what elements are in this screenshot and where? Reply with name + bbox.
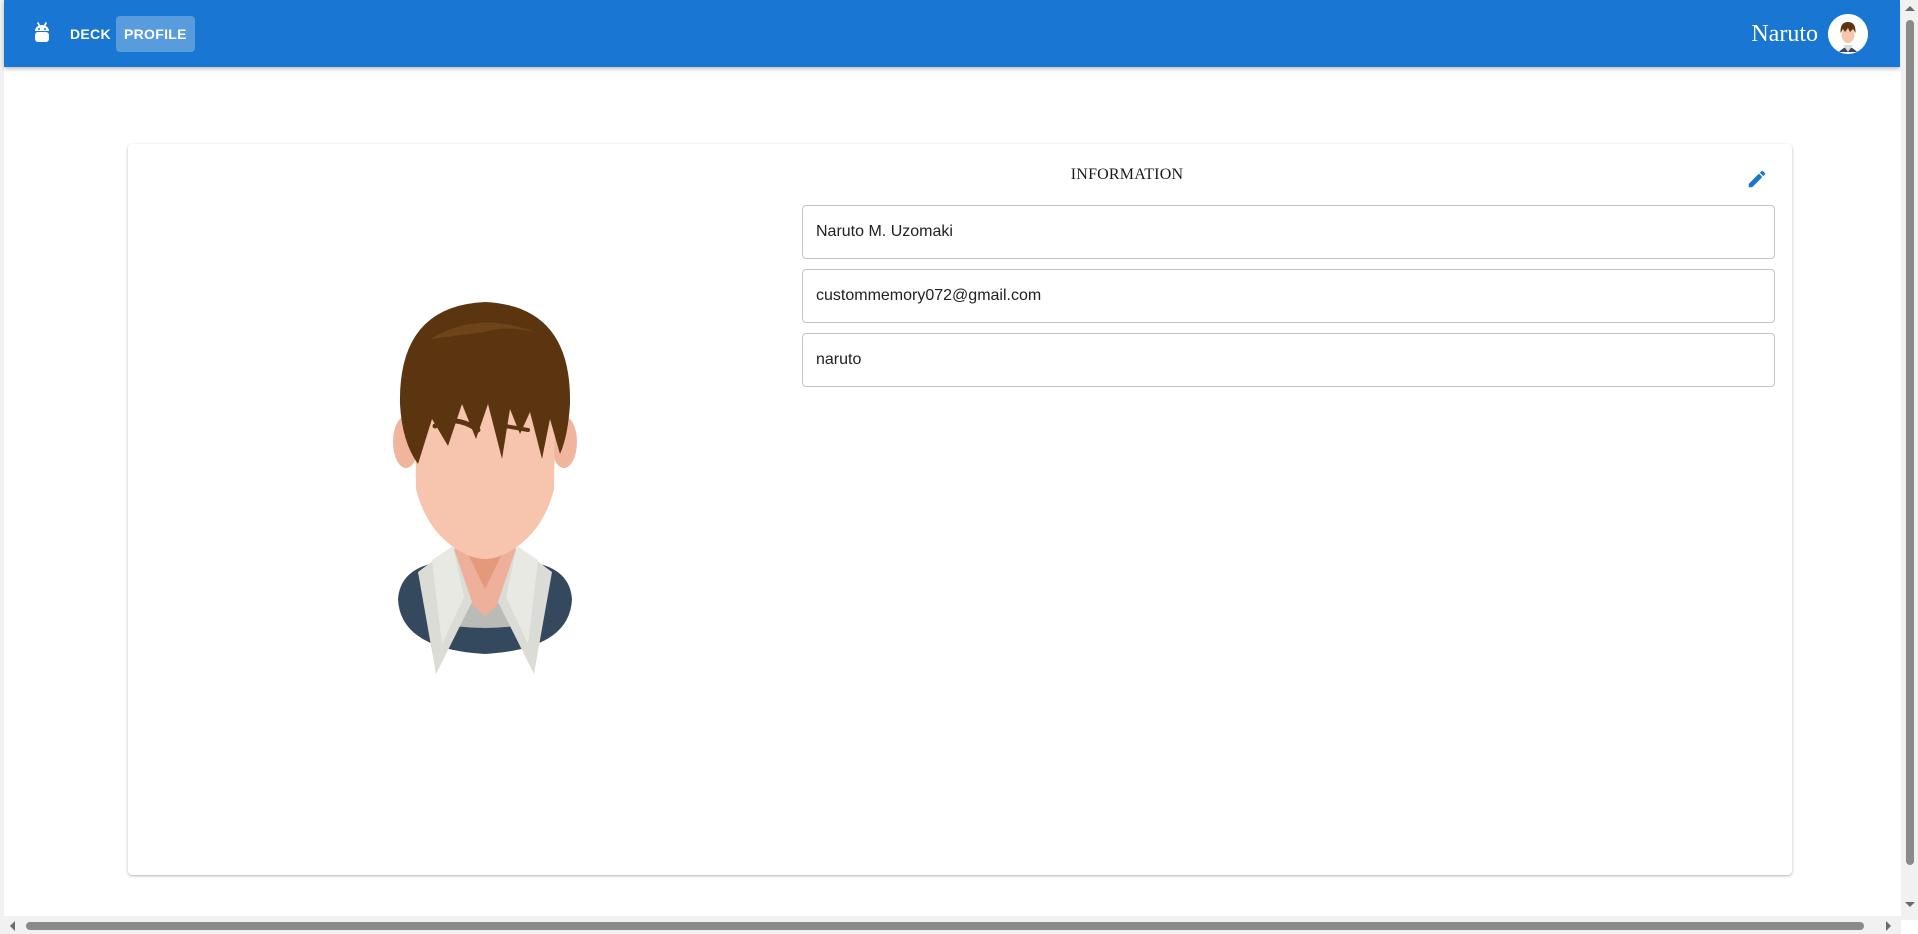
profile-card: INFORMATION Naruto M. Uzomaki custommemo…: [128, 144, 1792, 875]
window-edge: [0, 0, 4, 920]
android-robot-icon[interactable]: [28, 19, 56, 47]
scroll-up-arrow-icon[interactable]: [1905, 6, 1915, 11]
pencil-icon[interactable]: [1742, 164, 1772, 194]
app-window: DECK PROFILE Naruto INFORMATION Naruto M…: [0, 0, 1918, 934]
information-title: INFORMATION: [1070, 166, 1184, 183]
scroll-left-arrow-icon[interactable]: [10, 921, 15, 931]
scroll-down-arrow-icon[interactable]: [1905, 902, 1915, 907]
app-bar: DECK PROFILE Naruto: [4, 0, 1900, 67]
nav-profile-button[interactable]: PROFILE: [116, 16, 195, 52]
profile-portrait: [360, 254, 610, 754]
user-name: Naruto: [1751, 21, 1818, 47]
full-name-field[interactable]: Naruto M. Uzomaki: [802, 205, 1775, 259]
user-avatar-icon[interactable]: [1828, 14, 1868, 54]
nav-deck-button[interactable]: DECK: [62, 16, 119, 52]
horizontal-scrollbar[interactable]: [0, 916, 1901, 934]
horizontal-scroll-thumb[interactable]: [26, 922, 1864, 930]
vertical-scroll-thumb[interactable]: [1906, 20, 1914, 865]
vertical-scrollbar[interactable]: [1901, 0, 1918, 920]
username-field[interactable]: naruto: [802, 333, 1775, 387]
email-field[interactable]: custommemory072@gmail.com: [802, 269, 1775, 323]
scroll-right-arrow-icon[interactable]: [1886, 921, 1891, 931]
